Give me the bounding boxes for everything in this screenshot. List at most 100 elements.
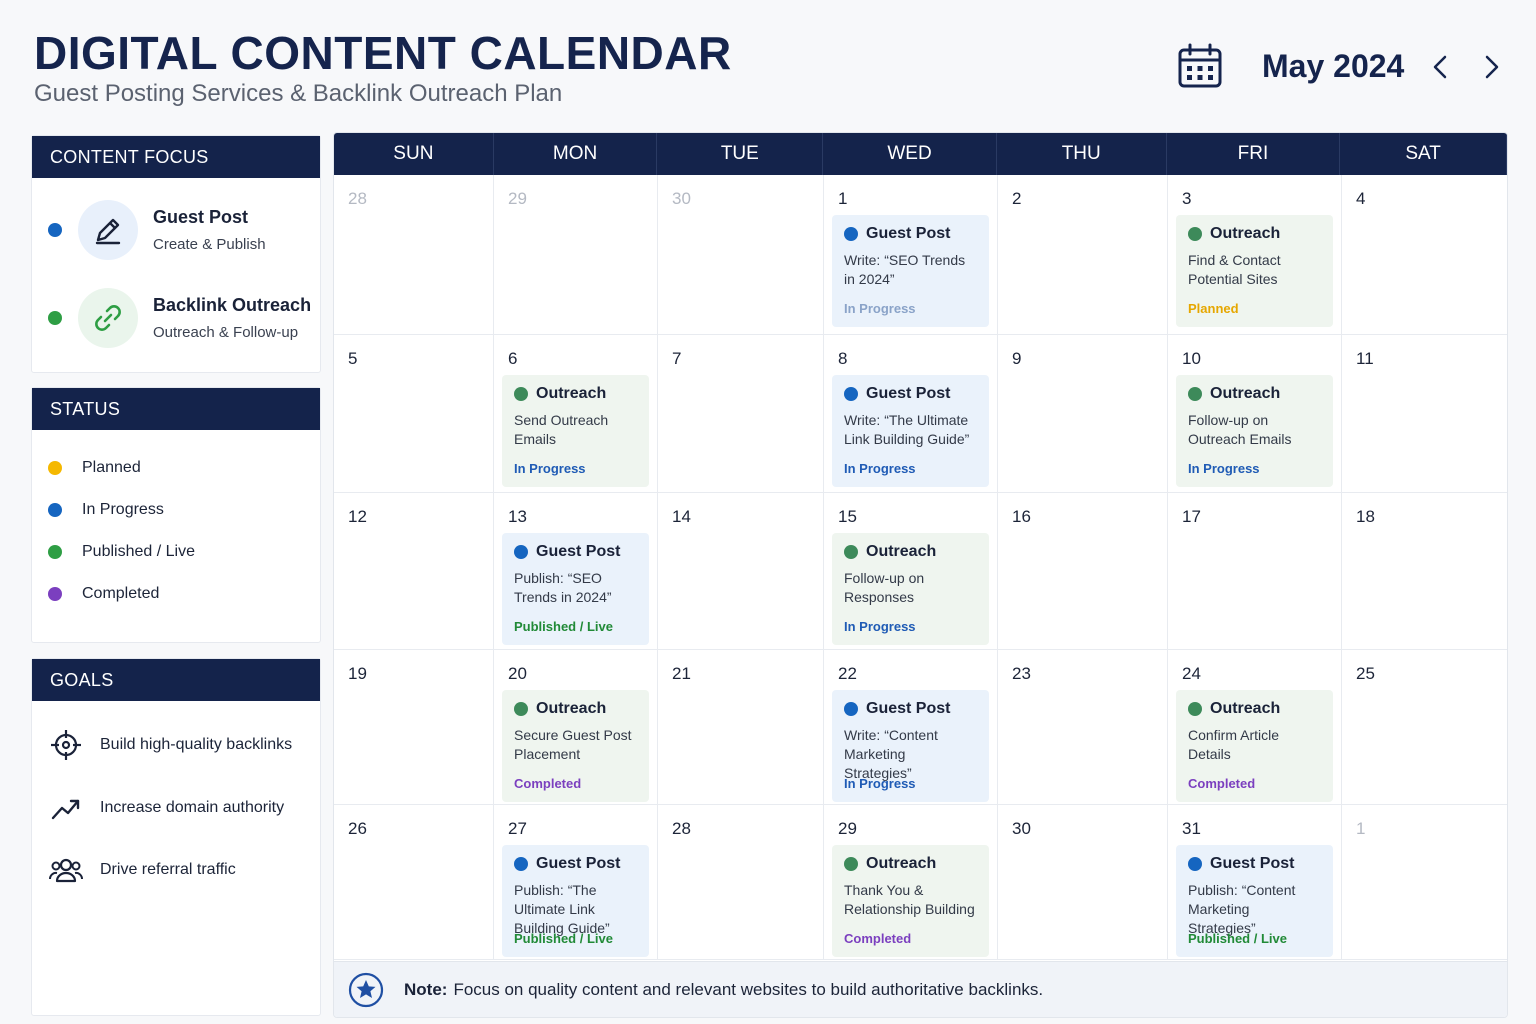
guest-post-event[interactable]: Guest Post Publish: “Content Marketing St…: [1176, 845, 1333, 957]
day-cell[interactable]: 30: [998, 805, 1168, 960]
day-cell[interactable]: 20 Outreach Secure Guest Post Placement Com…: [494, 650, 658, 805]
day-number: 1: [1356, 819, 1366, 838]
status-dot: [48, 503, 62, 517]
day-cell[interactable]: 19: [334, 650, 494, 805]
event-type: Guest Post: [866, 225, 951, 242]
outreach-event[interactable]: Outreach Follow-up on Outreach Emails In P…: [1176, 375, 1333, 487]
event-status: Completed: [1188, 776, 1256, 791]
status-label: In Progress: [82, 501, 164, 518]
weekday-label: FRI: [1167, 133, 1341, 175]
status-dot: [48, 587, 62, 601]
day-cell[interactable]: 22 Guest Post Write: “Content Marketing St…: [824, 650, 998, 805]
focus-item-backlink-outreach[interactable]: Backlink Outreach Outreach & Follow-up: [48, 288, 311, 348]
day-cell[interactable]: 8 Guest Post Write: “The Ultimate Link Bui…: [824, 335, 998, 493]
day-cell[interactable]: 5: [334, 335, 494, 493]
guest-post-event[interactable]: Guest Post Write: “The Ultimate Link Buil…: [832, 375, 989, 487]
pen-edit-icon: [78, 200, 138, 260]
day-cell[interactable]: 7: [658, 335, 824, 493]
event-status: Published / Live: [514, 619, 613, 634]
day-cell[interactable]: 17: [1168, 493, 1342, 650]
next-month-button[interactable]: [1478, 52, 1506, 82]
status-completed: Completed: [48, 585, 159, 603]
trend-up-icon: [48, 790, 84, 826]
day-cell[interactable]: 29: [494, 175, 658, 335]
event-status: Published / Live: [514, 931, 613, 946]
status-legend-panel: STATUS Planned In Progress Published / L…: [31, 387, 321, 643]
prev-month-button[interactable]: [1426, 52, 1454, 82]
outreach-event[interactable]: Outreach Follow-up on Responses In Progres…: [832, 533, 989, 645]
day-cell[interactable]: 27 Guest Post Publish: “The Ultimate Link …: [494, 805, 658, 960]
day-cell[interactable]: 4: [1342, 175, 1507, 335]
day-cell[interactable]: 28: [334, 175, 494, 335]
event-dot: [514, 387, 528, 401]
note-text: Focus on quality content and relevant we…: [453, 979, 1044, 999]
day-number: 17: [1182, 507, 1201, 526]
event-dot: [514, 702, 528, 716]
day-cell[interactable]: 2: [998, 175, 1168, 335]
day-number: 1: [838, 189, 848, 208]
outreach-event[interactable]: Outreach Send Outreach Emails In Progress: [502, 375, 649, 487]
event-type: Outreach: [1210, 700, 1281, 717]
weekday-label: WED: [823, 133, 997, 175]
guest-post-event[interactable]: Guest Post Write: “SEO Trends in 2024” In …: [832, 215, 989, 327]
status-dot: [48, 461, 62, 475]
day-cell[interactable]: 15 Outreach Follow-up on Responses In Progr…: [824, 493, 998, 650]
day-cell[interactable]: 16: [998, 493, 1168, 650]
outreach-event[interactable]: Outreach Find & Contact Potential Sites Pl…: [1176, 215, 1333, 327]
day-cell[interactable]: 12: [334, 493, 494, 650]
day-cell[interactable]: 13 Guest Post Publish: “SEO Trends in 2024…: [494, 493, 658, 650]
guest-post-dot: [48, 223, 62, 237]
day-number: 14: [672, 507, 691, 526]
link-icon: [78, 288, 138, 348]
day-cell[interactable]: 30: [658, 175, 824, 335]
day-number: 21: [672, 664, 691, 683]
event-dot: [1188, 227, 1202, 241]
day-cell[interactable]: 31 Guest Post Publish: “Content Marketing …: [1168, 805, 1342, 960]
day-cell[interactable]: 3 Outreach Find & Contact Potential Sites P…: [1168, 175, 1342, 335]
event-description: Follow-up on Outreach Emails: [1188, 412, 1292, 447]
outreach-event[interactable]: Outreach Secure Guest Post Placement Compl…: [502, 690, 649, 802]
star-badge-icon: [348, 972, 384, 1008]
day-number: 9: [1012, 349, 1022, 368]
day-number: 18: [1356, 507, 1375, 526]
day-cell[interactable]: 26: [334, 805, 494, 960]
day-cell[interactable]: 11: [1342, 335, 1507, 493]
event-status: In Progress: [844, 776, 916, 791]
focus-item-guest-post[interactable]: Guest Post Create & Publish: [48, 200, 266, 260]
day-cell[interactable]: 9: [998, 335, 1168, 493]
month-calendar: SUN MON TUE WED THU FRI SAT 28 29 30 1 Guest Post W…: [333, 132, 1508, 1018]
day-cell[interactable]: 1 Guest Post Write: “SEO Trends in 2024” In…: [824, 175, 998, 335]
event-dot: [844, 387, 858, 401]
outreach-event[interactable]: Outreach Confirm Article Details Completed: [1176, 690, 1333, 802]
weekday-label: MON: [494, 133, 658, 175]
goal-item: Build high-quality backlinks: [48, 727, 292, 763]
event-description: Write: “SEO Trends in 2024”: [844, 252, 966, 287]
day-cell[interactable]: 23: [998, 650, 1168, 805]
guest-post-event[interactable]: Guest Post Publish: “The Ultimate Link Bu…: [502, 845, 649, 957]
day-cell[interactable]: 14: [658, 493, 824, 650]
day-cell[interactable]: 6 Outreach Send Outreach Emails In Progress: [494, 335, 658, 493]
status-label: Published / Live: [82, 543, 195, 560]
event-status: In Progress: [844, 619, 916, 634]
day-cell[interactable]: 29 Outreach Thank You & Relationship Build…: [824, 805, 998, 960]
outreach-event[interactable]: Outreach Thank You & Relationship Buildin…: [832, 845, 989, 957]
event-dot: [844, 227, 858, 241]
day-cell[interactable]: 28: [658, 805, 824, 960]
event-type: Guest Post: [536, 543, 621, 560]
day-number: 20: [508, 664, 527, 683]
day-cell[interactable]: 21: [658, 650, 824, 805]
day-cell[interactable]: 10 Outreach Follow-up on Outreach Emails In…: [1168, 335, 1342, 493]
event-status: In Progress: [844, 461, 916, 476]
target-icon: [48, 727, 84, 763]
day-cell[interactable]: 24 Outreach Confirm Article Details Complet…: [1168, 650, 1342, 805]
guest-post-event[interactable]: Guest Post Write: “Content Marketing Stra…: [832, 690, 989, 802]
page-title: DIGITAL CONTENT CALENDAR: [34, 27, 732, 79]
day-cell[interactable]: 25: [1342, 650, 1507, 805]
status-heading: STATUS: [32, 388, 320, 430]
event-status: In Progress: [1188, 461, 1260, 476]
day-number: 12: [348, 507, 367, 526]
day-cell[interactable]: 1: [1342, 805, 1507, 960]
day-cell[interactable]: 18: [1342, 493, 1507, 650]
guest-post-event[interactable]: Guest Post Publish: “SEO Trends in 2024” P…: [502, 533, 649, 645]
note-label: Note:: [404, 979, 448, 999]
